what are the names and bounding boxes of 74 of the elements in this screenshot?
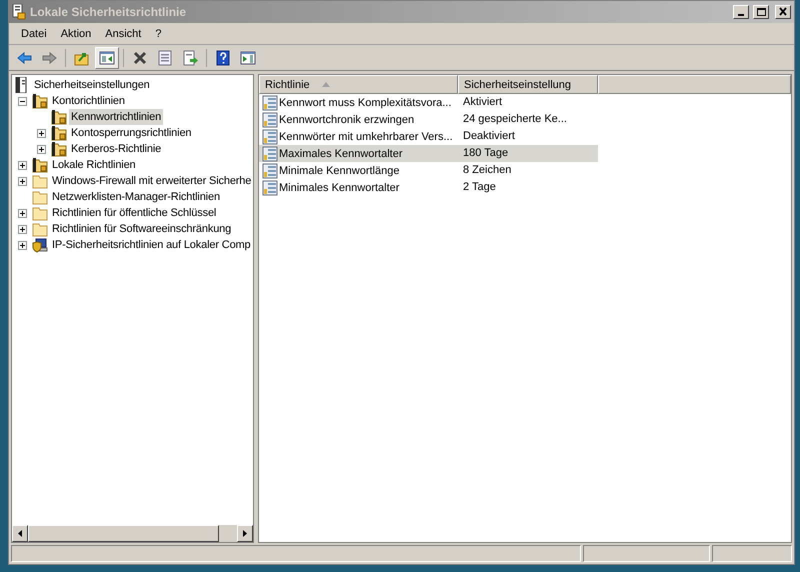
tree-item[interactable]: Windows-Firewall mit erweiterter Sicherhe (50, 173, 253, 189)
horizontal-scrollbar[interactable] (12, 525, 253, 542)
policy-document-icon (262, 94, 278, 110)
tree-item[interactable]: Kennwortrichtlinien (69, 109, 164, 125)
folder-icon (32, 189, 48, 205)
table-cell[interactable]: Minimales Kennwortalter (279, 180, 400, 196)
column-header[interactable]: Richtlinie (259, 75, 458, 94)
policy-document-icon (262, 162, 278, 178)
close-button[interactable] (775, 5, 791, 19)
tree-item[interactable]: Lokale Richtlinien (50, 157, 138, 173)
locked-folder-icon (51, 125, 67, 141)
locked-folder-icon (51, 141, 67, 157)
back-arrow-icon (16, 50, 32, 66)
minimize-icon (738, 14, 744, 16)
policy-document-icon (262, 146, 278, 162)
locked-folder-icon (32, 93, 48, 109)
folder-icon (32, 173, 48, 189)
table-cell-text: Aktiviert (462, 95, 504, 110)
tree-item[interactable]: Kontosperrungsrichtlinien (69, 125, 194, 141)
table-cell[interactable]: Kennwort muss Komplexitätsvora... (279, 94, 452, 110)
table-cell: 180 Tage (458, 145, 598, 162)
delete-x-icon (132, 50, 148, 66)
expand-toggle[interactable] (37, 128, 46, 138)
policy-document-icon (262, 180, 278, 196)
table-cell[interactable]: Minimale Kennwortlänge (279, 162, 400, 178)
tree-item[interactable]: IP-Sicherheitsrichtlinien auf Lokaler Comp (50, 237, 253, 253)
table-cell-text: 2 Tage (462, 180, 497, 195)
table-cell-text: 8 Zeichen (462, 163, 512, 178)
tree-pane-icon (99, 50, 115, 66)
policy-app-icon (12, 4, 26, 20)
tree-item[interactable]: Richtlinien für Softwareeinschränkung (50, 221, 234, 237)
collapse-toggle[interactable] (18, 96, 27, 106)
tree-item[interactable]: Kontorichtlinien (50, 93, 127, 109)
policy-document-icon (262, 112, 278, 128)
locked-folder-icon (32, 157, 48, 173)
sort-ascending-icon (322, 82, 330, 87)
expand-toggle[interactable] (18, 160, 27, 170)
menu-item[interactable]: Aktion (54, 26, 98, 42)
table-cell[interactable]: Kennwortchronik erzwingen (279, 112, 414, 128)
table-cell[interactable]: Kennwörter mit umkehrbarer Vers... (279, 128, 453, 144)
forward-arrow-icon (41, 50, 57, 66)
expand-toggle[interactable] (18, 208, 27, 218)
expand-toggle[interactable] (18, 240, 27, 250)
menu-item[interactable]: Datei (15, 26, 53, 42)
policy-document-icon (262, 128, 278, 144)
properties-icon (157, 50, 173, 66)
tree-item[interactable]: Kerberos-Richtlinie (69, 141, 164, 157)
folder-icon (32, 221, 48, 237)
locked-folder-icon (51, 109, 67, 125)
help-icon (215, 50, 231, 66)
menu-item[interactable]: ? (149, 26, 168, 42)
window-title: Lokale Sicherheitsrichtlinie (30, 4, 188, 20)
menu-item[interactable]: Ansicht (99, 26, 148, 42)
maximize-button[interactable] (753, 5, 769, 19)
scroll-left-icon (18, 530, 22, 537)
expand-toggle[interactable] (18, 224, 27, 234)
expand-toggle[interactable] (37, 144, 46, 154)
action-pane-icon (240, 50, 256, 66)
expand-toggle[interactable] (18, 176, 27, 186)
tree-item[interactable]: Sicherheitseinstellungen (32, 77, 152, 93)
computer-shield-icon (32, 237, 48, 253)
maximize-icon (756, 7, 766, 17)
scroll-right-icon (243, 530, 247, 537)
column-header[interactable]: Sicherheitseinstellung (458, 75, 598, 94)
minimize-button[interactable] (733, 5, 749, 19)
column-header[interactable] (598, 75, 791, 94)
folder-icon (32, 205, 48, 221)
toolbar-button[interactable] (95, 46, 119, 68)
tree-item[interactable]: Richtlinien für öffentliche Schlüssel (50, 205, 218, 221)
table-cell-text: Deaktiviert (462, 129, 516, 144)
tree-item[interactable]: Netzwerklisten-Manager-Richtlinien (50, 189, 222, 205)
export-list-icon (182, 50, 198, 66)
table-cell-text: 24 gespeicherte Ke... (462, 112, 568, 127)
close-icon (778, 7, 788, 17)
